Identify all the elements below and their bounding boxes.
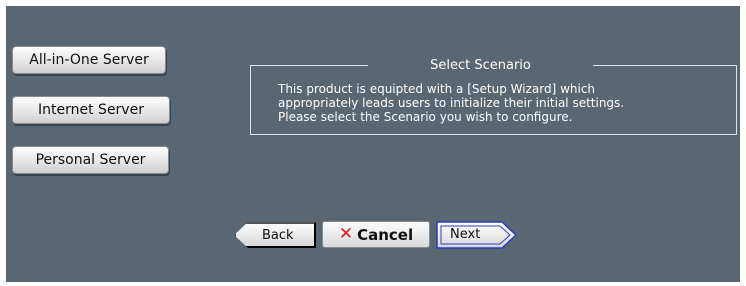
cancel-button[interactable]: ✕ Cancel	[322, 221, 430, 248]
internet-server-button[interactable]: Internet Server	[12, 96, 170, 124]
description-line: appropriately leads users to initialize …	[278, 96, 625, 110]
x-icon: ✕	[338, 224, 354, 244]
next-button[interactable]: Next	[436, 221, 518, 249]
scenario-description: This product is equipted with a [Setup W…	[278, 82, 728, 124]
select-scenario-title: Select Scenario	[368, 58, 593, 74]
personal-server-button[interactable]: Personal Server	[12, 146, 169, 174]
cancel-label: Cancel	[357, 225, 414, 244]
back-label: Back	[262, 227, 294, 243]
back-button[interactable]: Back	[234, 222, 316, 248]
next-label: Next	[450, 227, 481, 242]
description-line: This product is equipted with a [Setup W…	[278, 82, 596, 96]
description-line: Please select the Scenario you wish to c…	[278, 110, 573, 124]
all-in-one-server-button[interactable]: All-in-One Server	[12, 46, 166, 74]
